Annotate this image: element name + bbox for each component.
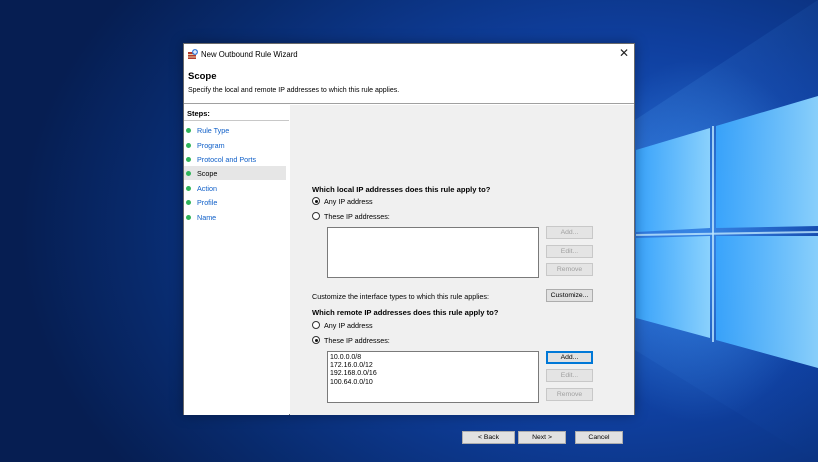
firewall-app-icon: [188, 49, 198, 59]
list-item[interactable]: 172.16.0.0/12: [328, 362, 538, 370]
list-item[interactable]: 100.64.0.0/10: [328, 379, 538, 387]
step-action[interactable]: Action: [184, 181, 286, 195]
radio-label: These IP addresses:: [324, 336, 390, 345]
step-rule-type[interactable]: Rule Type: [184, 123, 286, 137]
step-pending-icon: [186, 200, 191, 205]
radio-button-checked[interactable]: [312, 197, 320, 205]
scope-panel: Which local IP addresses does this rule …: [290, 105, 634, 444]
steps-heading: Steps:: [187, 109, 210, 118]
interface-types-text: Customize the interface types to which t…: [312, 292, 489, 301]
radio-button-checked[interactable]: [312, 336, 320, 344]
next-button[interactable]: Next >: [518, 431, 566, 444]
step-label: Rule Type: [197, 126, 230, 135]
local-ip-question: Which local IP addresses does this rule …: [312, 185, 491, 194]
page-subtitle: Specify the local and remote IP addresse…: [188, 87, 400, 94]
cancel-button[interactable]: Cancel: [575, 431, 623, 444]
radio-button-unchecked[interactable]: [312, 321, 320, 329]
step-program[interactable]: Program: [184, 138, 286, 152]
step-label: Action: [197, 184, 217, 193]
remote-these-ip-radio[interactable]: These IP addresses:: [312, 336, 432, 346]
remote-remove-button[interactable]: Remove: [546, 388, 593, 401]
step-label: Scope: [197, 169, 218, 178]
title-bar[interactable]: New Outbound Rule Wizard ✕: [184, 44, 634, 66]
remote-any-ip-radio[interactable]: Any IP address: [312, 321, 432, 331]
list-item[interactable]: 192.168.0.0/16: [328, 370, 538, 378]
local-edit-button[interactable]: Edit...: [546, 245, 593, 258]
step-label: Name: [197, 213, 217, 222]
customize-button[interactable]: Customize...: [546, 289, 593, 302]
step-scope[interactable]: Scope: [184, 166, 286, 180]
close-icon[interactable]: ✕: [616, 46, 632, 62]
step-complete-icon: [186, 143, 191, 148]
step-protocol-and-ports[interactable]: Protocol and Ports: [184, 152, 286, 166]
step-pending-icon: [186, 186, 191, 191]
step-label: Profile: [197, 198, 218, 207]
local-any-ip-radio[interactable]: Any IP address: [312, 197, 432, 207]
step-complete-icon: [186, 157, 191, 162]
remote-add-button[interactable]: Add...: [546, 351, 593, 364]
local-these-ip-radio[interactable]: These IP addresses:: [312, 212, 432, 222]
local-add-button[interactable]: Add...: [546, 226, 593, 239]
remote-ip-question: Which remote IP addresses does this rule…: [312, 308, 499, 317]
radio-label: Any IP address: [324, 197, 373, 206]
local-remove-button[interactable]: Remove: [546, 263, 593, 276]
list-item[interactable]: 10.0.0.0/8: [328, 354, 538, 362]
step-current-icon: [186, 171, 191, 176]
step-profile[interactable]: Profile: [184, 195, 286, 209]
step-label: Program: [197, 141, 225, 150]
back-button[interactable]: < Back: [462, 431, 515, 444]
radio-label: These IP addresses:: [324, 212, 390, 221]
window-title: New Outbound Rule Wizard: [201, 50, 298, 59]
steps-divider: [184, 120, 289, 121]
radio-button-unchecked[interactable]: [312, 212, 320, 220]
step-label: Protocol and Ports: [197, 155, 257, 164]
step-pending-icon: [186, 215, 191, 220]
remote-ip-list[interactable]: 10.0.0.0/8 172.16.0.0/12 192.168.0.0/16 …: [327, 351, 539, 403]
wizard-header: Scope Specify the local and remote IP ad…: [184, 66, 634, 104]
step-name[interactable]: Name: [184, 210, 286, 224]
steps-pane: Steps: Rule Type Program Protocol and Po…: [184, 105, 289, 415]
remote-edit-button[interactable]: Edit...: [546, 369, 593, 382]
step-complete-icon: [186, 128, 191, 133]
page-title: Scope: [188, 71, 217, 82]
outbound-rule-wizard-dialog: New Outbound Rule Wizard ✕ Scope Specify…: [183, 43, 635, 444]
local-ip-list[interactable]: [327, 227, 539, 278]
radio-label: Any IP address: [324, 321, 373, 330]
